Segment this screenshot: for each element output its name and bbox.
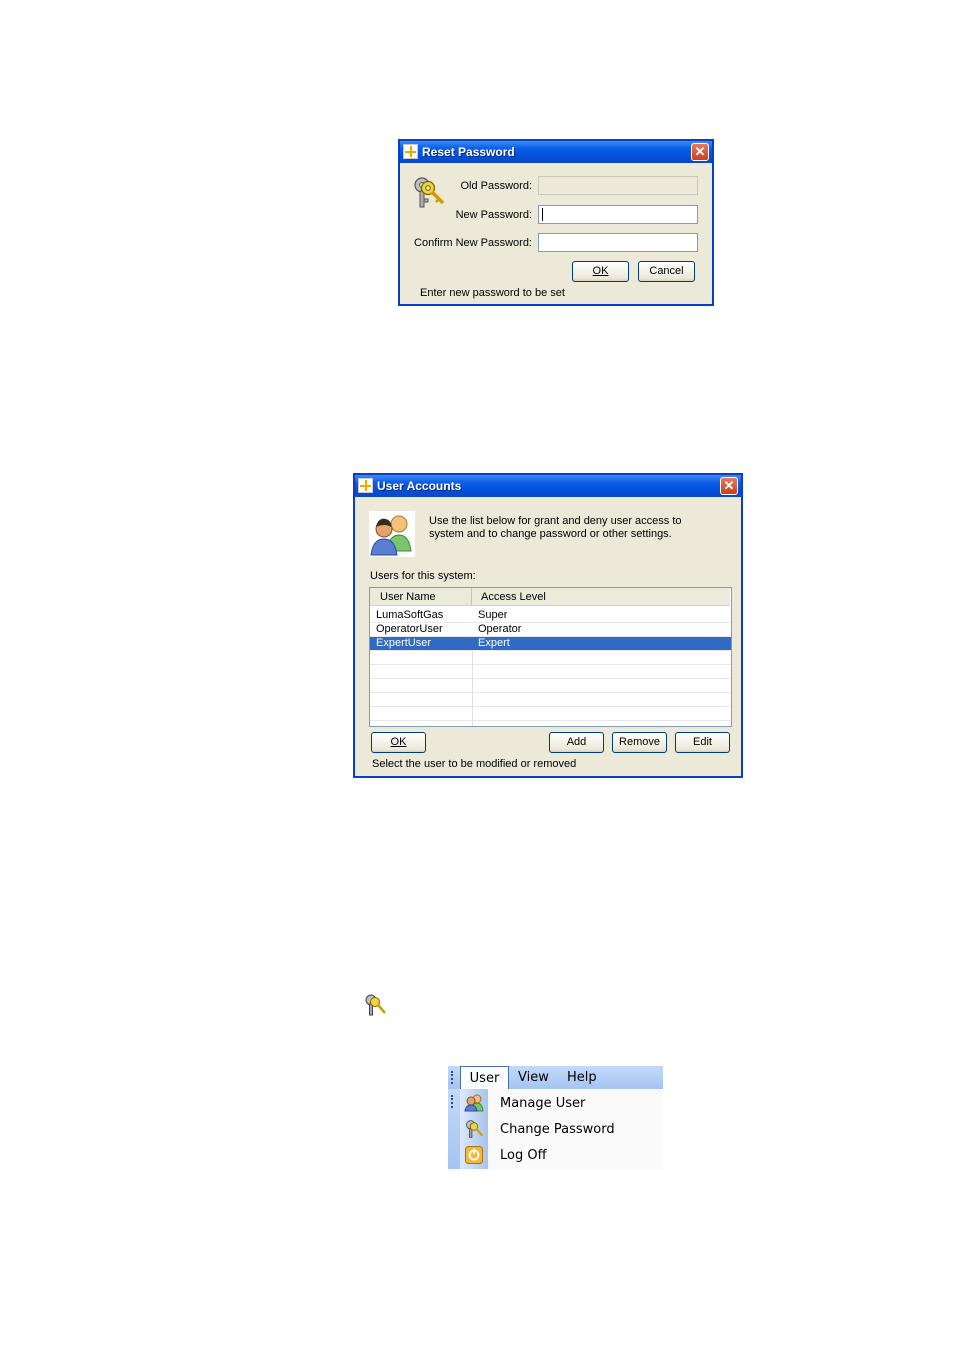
grid-line (370, 636, 731, 637)
new-password-field[interactable] (538, 205, 698, 224)
close-button[interactable]: ✕ (691, 143, 709, 161)
menu-help-label: Help (567, 1070, 597, 1085)
users-icon (369, 511, 415, 557)
grid-line (370, 706, 731, 707)
menu-help[interactable]: Help (567, 1070, 597, 1085)
table-row[interactable]: OperatorUser Operator (370, 622, 731, 636)
keys-icon (414, 177, 445, 208)
add-button-label: Add (566, 736, 587, 748)
edit-user-button[interactable]: Edit (675, 732, 730, 753)
status-text: Select the user to be modified or remove… (372, 758, 577, 770)
left-grip-strip (448, 1089, 460, 1169)
grid-line (370, 622, 731, 623)
change-password-icon (365, 994, 386, 1016)
menu-view[interactable]: View (518, 1070, 549, 1085)
app-icon (358, 478, 373, 493)
grid-line (370, 650, 731, 651)
change-password-icon (466, 1120, 484, 1138)
user-dropdown-menu: Manage User Change Password Log Off (460, 1089, 663, 1169)
confirm-password-label: Confirm New Password: (414, 237, 532, 249)
dialog-title: Reset Password (422, 145, 515, 159)
column-label: User Name (380, 591, 436, 603)
grip-handle[interactable] (451, 1071, 456, 1084)
grid-line (370, 678, 731, 679)
user-name-cell: LumaSoftGas (376, 609, 444, 621)
access-level-cell: Super (478, 609, 508, 621)
edit-button-label: Edit (693, 736, 712, 748)
menu-view-label: View (518, 1070, 549, 1085)
user-name-cell: ExpertUser (376, 637, 432, 649)
confirm-password-field[interactable] (538, 233, 698, 252)
column-header-user-name[interactable]: User Name (370, 588, 472, 606)
users-list[interactable]: User Name Access Level LumaSoftGas Super… (369, 587, 732, 727)
close-button[interactable]: ✕ (720, 477, 738, 495)
description-line-1: Use the list below for grant and deny us… (429, 515, 682, 527)
grid-line (472, 650, 473, 726)
reset-password-titlebar[interactable]: Reset Password ✕ (400, 141, 712, 163)
user-name-cell: OperatorUser (376, 623, 443, 635)
grid-line (370, 720, 731, 721)
access-level-cell: Expert (478, 637, 510, 649)
ok-button-label: OK (390, 736, 407, 748)
menu-user-label: User (469, 1071, 500, 1086)
log-off-icon (465, 1146, 483, 1164)
menu-item-log-off[interactable]: Log Off (460, 1143, 663, 1169)
grid-line (370, 664, 731, 665)
table-row-selected[interactable]: ExpertUser Expert (370, 636, 731, 650)
user-accounts-dialog: User Accounts ✕ Use the list below for g… (353, 473, 743, 778)
dialog-title: User Accounts (377, 479, 462, 493)
column-label: Access Level (481, 591, 546, 603)
column-header-access-level[interactable]: Access Level (472, 588, 730, 606)
menu-item-label: Manage User (500, 1096, 586, 1111)
cancel-button[interactable]: Cancel (638, 261, 695, 282)
ok-button-label: OK (592, 265, 609, 277)
menu-bar: User View Help (448, 1066, 663, 1089)
remove-user-button[interactable]: Remove (612, 732, 667, 753)
grip-handle[interactable] (451, 1095, 456, 1108)
description-line-2: system and to change password or other s… (429, 528, 672, 540)
access-level-cell: Operator (478, 623, 522, 635)
ok-button[interactable]: OK (572, 261, 629, 282)
add-user-button[interactable]: Add (549, 732, 604, 753)
remove-button-label: Remove (619, 736, 660, 748)
manage-user-icon (464, 1094, 484, 1112)
reset-password-dialog: Reset Password ✕ Old Password: New Passw… (398, 139, 714, 306)
menu-item-label: Change Password (500, 1122, 615, 1137)
text-caret (542, 208, 543, 221)
table-row[interactable]: LumaSoftGas Super (370, 608, 731, 622)
cancel-button-label: Cancel (649, 265, 684, 277)
menu-item-label: Log Off (500, 1148, 547, 1163)
ok-button[interactable]: OK (371, 732, 426, 753)
new-password-label: New Password: (455, 209, 532, 221)
old-password-field[interactable] (538, 176, 698, 195)
user-accounts-titlebar[interactable]: User Accounts ✕ (355, 475, 741, 497)
menu-item-manage-user[interactable]: Manage User (460, 1091, 663, 1117)
menu-user[interactable]: User (460, 1066, 509, 1089)
status-text: Enter new password to be set (420, 287, 565, 299)
app-icon (403, 144, 418, 159)
users-list-label: Users for this system: (370, 570, 476, 582)
menu-item-change-password[interactable]: Change Password (460, 1117, 663, 1143)
old-password-label: Old Password: (460, 180, 532, 192)
grid-line (370, 692, 731, 693)
